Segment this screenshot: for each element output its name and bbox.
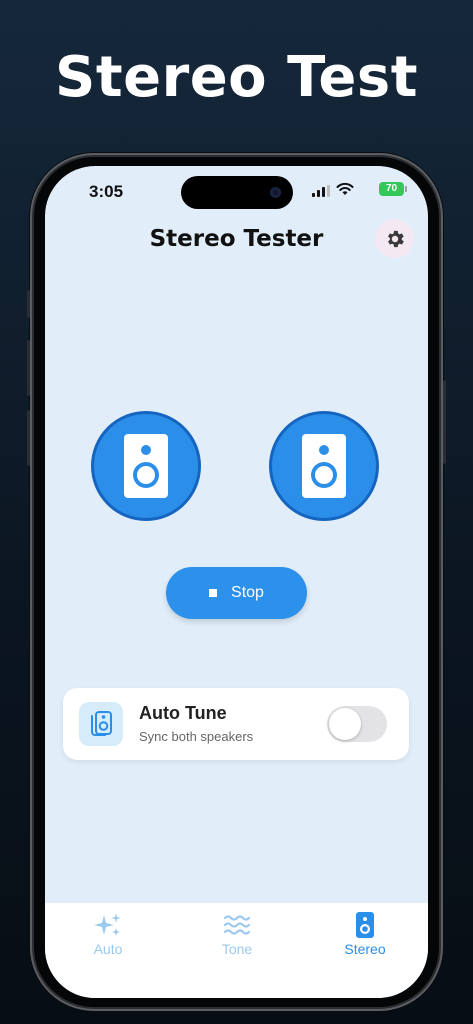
tab-stereo[interactable]: Stereo [315, 911, 415, 957]
phone-volume-up-button [27, 340, 30, 396]
app-title: Stereo Tester [149, 226, 324, 252]
speaker-icon [356, 912, 374, 938]
tab-tone-label: Tone [221, 941, 253, 957]
auto-tune-toggle[interactable] [327, 706, 387, 742]
gear-icon [387, 230, 404, 247]
app-screen: 3:05 70 Stereo Tester Stop Auto Tune Syn… [45, 166, 428, 998]
speaker-icon [302, 434, 346, 498]
tab-auto[interactable]: Auto [58, 911, 158, 957]
phone-power-button [443, 380, 446, 464]
stop-icon [209, 589, 218, 597]
speaker-icon [124, 434, 168, 498]
battery-level: 70 [385, 183, 398, 194]
auto-tune-title: Auto Tune [139, 703, 227, 723]
settings-button[interactable] [375, 219, 414, 258]
cellular-signal-icon [312, 185, 330, 197]
sparkles-icon [94, 913, 121, 936]
tab-auto-label: Auto [93, 941, 123, 957]
tab-stereo-label: Stereo [344, 941, 386, 957]
battery-indicator: 70 [379, 182, 407, 196]
wifi-icon [336, 182, 354, 195]
tab-bar: Auto Tone Stereo [45, 903, 428, 998]
phone-volume-down-button [27, 410, 30, 466]
auto-tune-card: Auto Tune Sync both speakers [63, 688, 409, 760]
dynamic-island [181, 176, 293, 209]
auto-tune-subtitle: Sync both speakers [139, 729, 254, 744]
speaker-stack-icon [91, 711, 112, 736]
waves-icon [223, 915, 251, 935]
right-speaker-button[interactable] [269, 411, 379, 521]
stop-button-label: Stop [231, 584, 264, 601]
toggle-knob [329, 708, 361, 740]
tab-tone[interactable]: Tone [187, 911, 287, 957]
status-time: 3:05 [89, 182, 124, 201]
left-speaker-button[interactable] [91, 411, 201, 521]
phone-action-button [27, 290, 30, 318]
auto-tune-icon [79, 702, 123, 746]
stop-button[interactable]: Stop [166, 567, 307, 619]
promo-headline: Stereo Test [55, 45, 418, 110]
